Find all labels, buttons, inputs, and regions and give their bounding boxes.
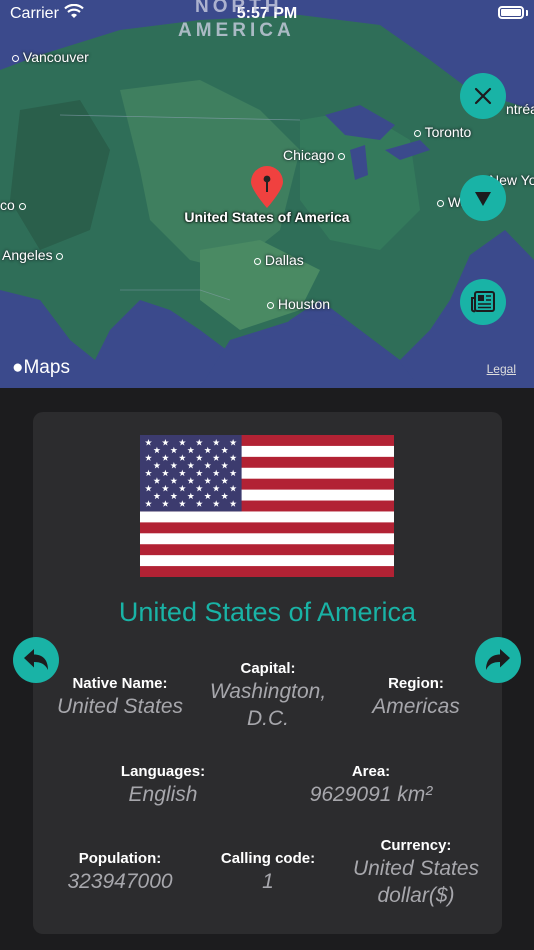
capital-field: Capital: Washington, D.C. <box>193 660 343 732</box>
news-button[interactable] <box>460 279 506 325</box>
city-label: Chicago <box>283 147 335 163</box>
city-montreal: ntréa <box>506 101 534 117</box>
city-label: Vancouver <box>22 49 89 65</box>
close-button[interactable] <box>460 73 506 119</box>
city-dot-icon <box>437 199 444 207</box>
city-vancouver: Vancouver <box>12 49 89 65</box>
city-dot-icon <box>338 152 346 160</box>
city-dot-icon <box>267 301 274 309</box>
native-name-field: Native Name: United States <box>45 675 195 720</box>
population-value: 323947000 <box>67 870 173 893</box>
languages-value: English <box>128 783 198 806</box>
battery-icon <box>498 6 524 19</box>
battery-nub <box>526 10 528 16</box>
region-label-america: AMERICA <box>178 20 295 41</box>
population-field: Population: 323947000 <box>45 850 195 895</box>
flag-canton <box>140 435 242 512</box>
capital-value-line1: Washington, <box>209 680 327 703</box>
area-label: Area: <box>351 763 391 780</box>
calling-code-label: Calling code: <box>220 850 316 867</box>
map-view[interactable]: Carrier 5:57 PM NORTH AMERICA Vancouver … <box>0 0 534 388</box>
maps-brand: Maps <box>23 357 70 378</box>
city-dot-icon <box>12 54 19 62</box>
city-label: Angeles <box>2 247 53 263</box>
apple-logo-icon: ● <box>12 357 24 378</box>
city-houston: Houston <box>267 296 330 312</box>
map-pin-icon[interactable] <box>249 164 285 210</box>
currency-value-line1: United States <box>352 857 480 880</box>
city-toronto: Toronto <box>414 124 471 140</box>
city-label: ntréa <box>506 101 534 117</box>
legal-link[interactable]: Legal <box>487 362 516 376</box>
next-country-button[interactable] <box>475 637 521 683</box>
city-dot-icon <box>414 129 421 137</box>
city-label: Toronto <box>424 124 472 140</box>
close-icon <box>474 87 492 105</box>
country-name: United States of America <box>118 597 417 627</box>
previous-country-button[interactable] <box>13 637 59 683</box>
native-name-value: United States <box>56 695 184 718</box>
arrow-right-icon <box>486 649 510 670</box>
capital-value-line2: D.C. <box>247 707 289 730</box>
collapse-map-button[interactable] <box>460 175 506 221</box>
calling-code-field: Calling code: 1 <box>193 850 343 895</box>
triangle-down-icon <box>475 192 491 206</box>
region-label-north: NORTH <box>195 0 283 17</box>
city-label: Houston <box>277 296 331 312</box>
currency-value-line2: dollar($) <box>377 884 455 907</box>
newspaper-icon <box>471 291 495 313</box>
native-name-label: Native Name: <box>72 675 168 692</box>
country-card: United States of America Native Name: Un… <box>33 412 502 934</box>
city-los-angeles: Angeles <box>2 247 64 263</box>
city-dallas: Dallas <box>254 252 304 268</box>
languages-label: Languages: <box>120 763 206 780</box>
city-dot-icon <box>56 252 64 260</box>
region-field: Region: Americas <box>341 675 491 720</box>
calling-code-value: 1 <box>262 870 274 893</box>
currency-label: Currency: <box>380 837 452 854</box>
city-label: Dallas <box>264 252 304 268</box>
area-value: 9629091 km² <box>309 783 433 806</box>
pin-label: United States of America <box>184 209 350 225</box>
currency-field: Currency: United States dollar($) <box>336 837 496 909</box>
region-value: Americas <box>372 695 460 718</box>
city-chicago: Chicago <box>283 147 346 163</box>
area-field: Area: 9629091 km² <box>286 763 456 808</box>
maps-logo: ●Maps <box>12 357 70 379</box>
population-label: Population: <box>78 850 162 867</box>
capital-label: Capital: <box>240 660 296 677</box>
city-dot-icon <box>254 257 261 265</box>
languages-field: Languages: English <box>88 763 238 808</box>
flag-image <box>140 435 394 577</box>
arrow-left-icon <box>24 649 48 670</box>
region-label: Region: <box>388 675 444 692</box>
